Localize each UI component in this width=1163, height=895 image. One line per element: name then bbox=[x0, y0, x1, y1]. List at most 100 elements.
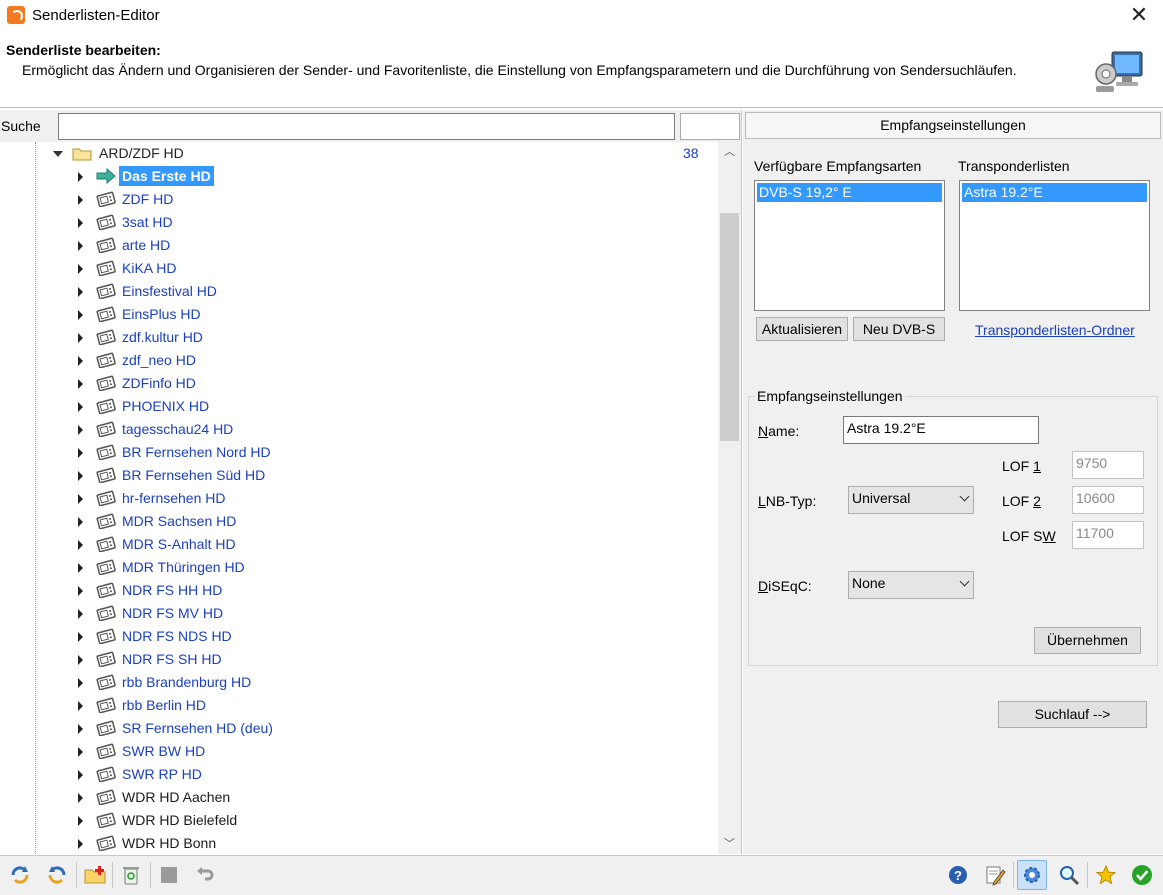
expand-arrow-icon[interactable] bbox=[78, 632, 83, 642]
help-icon[interactable]: ? bbox=[943, 860, 973, 890]
channel-row[interactable]: SWR BW HD bbox=[0, 740, 720, 763]
expand-arrow-icon[interactable] bbox=[78, 678, 83, 688]
expand-arrow-icon[interactable] bbox=[78, 655, 83, 665]
edit-notes-icon[interactable] bbox=[980, 860, 1010, 890]
search-input[interactable] bbox=[58, 113, 675, 140]
channel-row[interactable]: 3sat HD bbox=[0, 211, 720, 234]
expand-arrow-icon[interactable] bbox=[78, 701, 83, 711]
new-folder-icon[interactable] bbox=[80, 860, 110, 890]
apply-button[interactable]: Übernehmen bbox=[1034, 627, 1141, 654]
expand-arrow-icon[interactable] bbox=[78, 517, 83, 527]
scrollbar-thumb[interactable] bbox=[720, 213, 739, 441]
expand-arrow-icon[interactable] bbox=[78, 310, 83, 320]
channel-row[interactable]: WDR HD Bielefeld bbox=[0, 809, 720, 832]
expand-arrow-icon[interactable] bbox=[78, 770, 83, 780]
scroll-down-icon[interactable]: ﹀ bbox=[718, 834, 741, 854]
channel-row[interactable]: MDR Sachsen HD bbox=[0, 510, 720, 533]
expand-arrow-icon[interactable] bbox=[78, 540, 83, 550]
channel-row[interactable]: WDR HD Bonn bbox=[0, 832, 720, 854]
channel-label: SWR BW HD bbox=[122, 743, 206, 759]
recycle-bin-icon[interactable] bbox=[116, 860, 146, 890]
channel-row[interactable]: NDR FS MV HD bbox=[0, 602, 720, 625]
refresh-reverse-icon[interactable] bbox=[42, 860, 72, 890]
search-icon[interactable] bbox=[1054, 860, 1084, 890]
expand-arrow-icon[interactable] bbox=[78, 494, 83, 504]
expand-arrow-icon[interactable] bbox=[78, 402, 83, 412]
lofsw-input[interactable]: 11700 bbox=[1072, 521, 1144, 549]
channel-row[interactable]: NDR FS SH HD bbox=[0, 648, 720, 671]
channel-row[interactable]: ZDF HD bbox=[0, 188, 720, 211]
channel-row[interactable]: SWR RP HD bbox=[0, 763, 720, 786]
expand-arrow-icon[interactable] bbox=[78, 471, 83, 481]
refresh-cycle-icon[interactable] bbox=[5, 860, 35, 890]
channel-row[interactable]: hr-fernsehen HD bbox=[0, 487, 720, 510]
lnb-type-select[interactable]: Universal bbox=[848, 486, 974, 514]
transponder-folder-link[interactable]: Transponderlisten-Ordner bbox=[975, 322, 1135, 338]
channel-row[interactable]: tagesschau24 HD bbox=[0, 418, 720, 441]
channel-row[interactable]: BR Fernsehen Süd HD bbox=[0, 464, 720, 487]
expand-arrow-icon[interactable] bbox=[78, 724, 83, 734]
tree-folder-ard-zdf-hd[interactable]: ARD/ZDF HD 38 bbox=[0, 142, 720, 165]
channel-row[interactable]: zdf.kultur HD bbox=[0, 326, 720, 349]
tree-scrollbar[interactable]: ︿ ﹀ bbox=[718, 142, 741, 854]
channel-row[interactable]: rbb Brandenburg HD bbox=[0, 671, 720, 694]
channel-row[interactable]: rbb Berlin HD bbox=[0, 694, 720, 717]
expand-arrow-icon[interactable] bbox=[78, 218, 83, 228]
undo-icon[interactable] bbox=[190, 860, 220, 890]
diseqc-select[interactable]: None bbox=[848, 571, 974, 599]
name-input[interactable]: Astra 19.2°E bbox=[843, 416, 1039, 444]
channel-row[interactable]: NDR FS HH HD bbox=[0, 579, 720, 602]
expand-arrow-icon[interactable] bbox=[53, 151, 63, 157]
expand-arrow-icon[interactable] bbox=[78, 287, 83, 297]
channel-row[interactable]: MDR S-Anhalt HD bbox=[0, 533, 720, 556]
reception-type-item[interactable]: DVB-S 19,2° E bbox=[757, 183, 942, 202]
channel-row[interactable]: KiKA HD bbox=[0, 257, 720, 280]
channel-row[interactable]: EinsPlus HD bbox=[0, 303, 720, 326]
settings-gear-icon[interactable] bbox=[1017, 860, 1047, 890]
transponder-item[interactable]: Astra 19.2°E bbox=[962, 183, 1147, 202]
channel-row[interactable]: Das Erste HD bbox=[0, 165, 720, 188]
channel-row[interactable]: zdf_neo HD bbox=[0, 349, 720, 372]
expand-arrow-icon[interactable] bbox=[78, 241, 83, 251]
expand-arrow-icon[interactable] bbox=[78, 264, 83, 274]
favorite-star-icon[interactable] bbox=[1091, 860, 1121, 890]
channel-row[interactable]: NDR FS NDS HD bbox=[0, 625, 720, 648]
lof1-input[interactable]: 9750 bbox=[1072, 451, 1144, 479]
expand-arrow-icon[interactable] bbox=[78, 586, 83, 596]
channel-row[interactable]: arte HD bbox=[0, 234, 720, 257]
disabled-block-icon[interactable] bbox=[154, 860, 184, 890]
scan-button[interactable]: Suchlauf --> bbox=[998, 701, 1147, 728]
scroll-up-icon[interactable]: ︿ bbox=[718, 142, 741, 162]
channel-tree[interactable]: ARD/ZDF HD 38 Das Erste HD ZDF HD 3sat HD a… bbox=[0, 142, 742, 854]
channel-row[interactable]: WDR HD Aachen bbox=[0, 786, 720, 809]
channel-row[interactable]: PHOENIX HD bbox=[0, 395, 720, 418]
channel-row[interactable]: MDR Thüringen HD bbox=[0, 556, 720, 579]
channel-row[interactable]: Einsfestival HD bbox=[0, 280, 720, 303]
expand-arrow-icon[interactable] bbox=[78, 563, 83, 573]
expand-arrow-icon[interactable] bbox=[78, 195, 83, 205]
expand-arrow-icon[interactable] bbox=[78, 379, 83, 389]
confirm-check-icon[interactable] bbox=[1127, 860, 1157, 890]
search-filter-field[interactable] bbox=[680, 113, 740, 140]
expand-arrow-icon[interactable] bbox=[78, 816, 83, 826]
channel-row[interactable]: SR Fernsehen HD (deu) bbox=[0, 717, 720, 740]
close-button[interactable]: ✕ bbox=[1127, 3, 1151, 27]
expand-arrow-icon[interactable] bbox=[78, 356, 83, 366]
expand-arrow-icon[interactable] bbox=[78, 839, 83, 849]
expand-arrow-icon[interactable] bbox=[78, 609, 83, 619]
expand-arrow-icon[interactable] bbox=[78, 448, 83, 458]
expand-arrow-icon[interactable] bbox=[78, 425, 83, 435]
tv-channel-icon bbox=[96, 720, 116, 736]
channel-row[interactable]: BR Fernsehen Nord HD bbox=[0, 441, 720, 464]
lof2-input[interactable]: 10600 bbox=[1072, 486, 1144, 514]
refresh-button[interactable]: Aktualisieren bbox=[756, 317, 848, 341]
diseqc-value: None bbox=[852, 575, 886, 591]
new-dvbs-button[interactable]: Neu DVB-S bbox=[853, 317, 945, 341]
channel-row[interactable]: ZDFinfo HD bbox=[0, 372, 720, 395]
expand-arrow-icon[interactable] bbox=[78, 793, 83, 803]
transponder-list[interactable]: Astra 19.2°E bbox=[959, 180, 1150, 311]
expand-arrow-icon[interactable] bbox=[78, 333, 83, 343]
expand-arrow-icon[interactable] bbox=[78, 747, 83, 757]
reception-types-list[interactable]: DVB-S 19,2° E bbox=[754, 180, 945, 311]
expand-arrow-icon[interactable] bbox=[78, 172, 83, 182]
